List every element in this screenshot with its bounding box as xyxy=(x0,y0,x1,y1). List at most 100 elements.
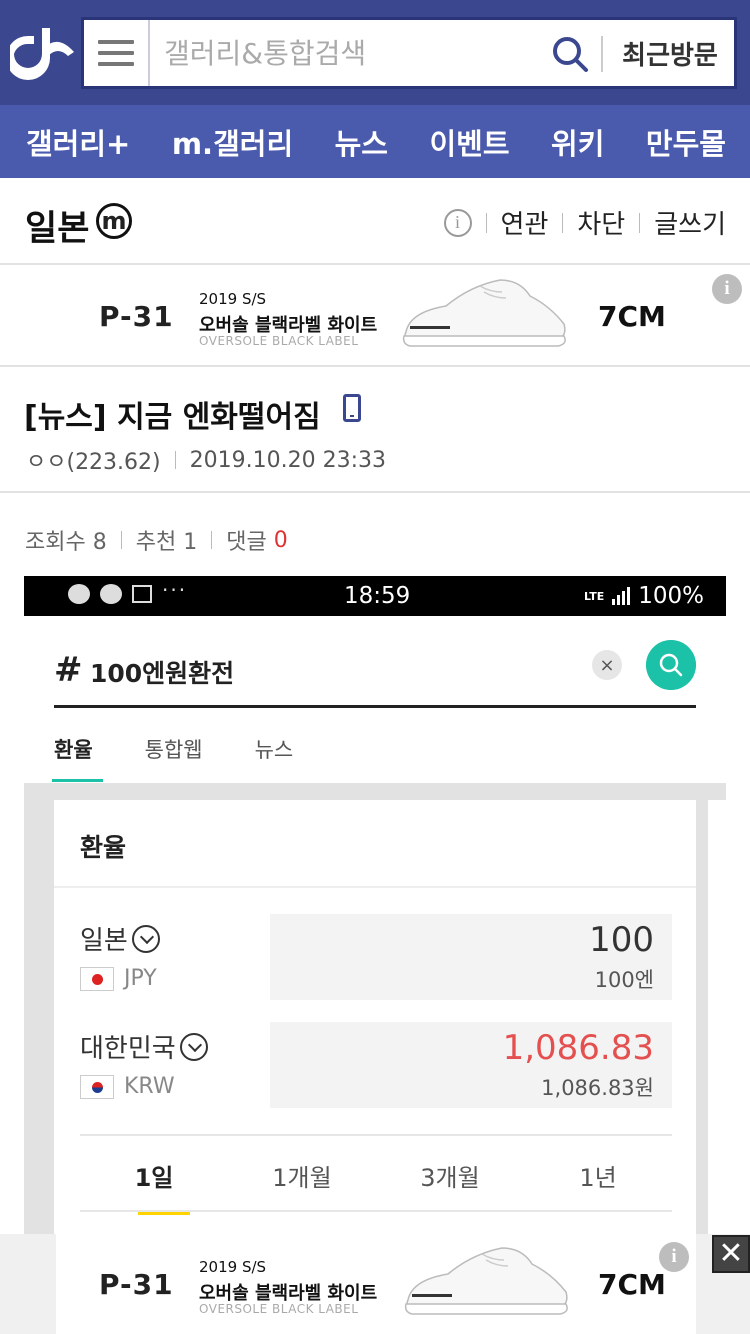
nav-gallery-plus[interactable]: 갤러리+ xyxy=(26,121,130,163)
search-input[interactable] xyxy=(164,32,544,74)
gallery-title[interactable]: 일본 xyxy=(25,200,89,251)
post-stats: 조회수 8 추천 1 댓글 0 xyxy=(25,524,288,556)
top-header: 최근방문 xyxy=(0,0,750,105)
mobile-post-icon xyxy=(343,394,361,422)
ad-product-sub: OVERSOLE BLACK LABEL xyxy=(199,334,359,348)
divider xyxy=(639,212,641,233)
ad-bottom-content[interactable]: P-31 2019 S/S 오버솔 블랙라벨 화이트 OVERSOLE BLAC… xyxy=(56,1234,696,1334)
nav-wiki[interactable]: 위키 xyxy=(551,121,604,163)
amount-sub: 1,086.83원 xyxy=(541,1076,654,1100)
gallery-actions: i 연관 차단 글쓰기 xyxy=(443,204,726,241)
status-time: 18:59 xyxy=(344,583,411,609)
range-1day: 1일 xyxy=(80,1154,228,1215)
search-icon[interactable] xyxy=(550,34,590,74)
divider xyxy=(54,886,696,888)
divider xyxy=(562,212,564,233)
ad-size: 7CM xyxy=(598,1268,666,1301)
close-icon[interactable]: ✕ xyxy=(712,1235,750,1273)
currency-row-krw: 대한민국 KRW 1,086.83 1,086.83원 xyxy=(80,1022,676,1108)
post-header: [뉴스] 지금 엔화떨어짐 ㅇㅇ(223.62) 2019.10.20 23:3… xyxy=(0,368,750,493)
hash-icon: # xyxy=(54,650,83,690)
exchange-card: 환율 일본 JPY 100 100엔 대한민국 KRW 1,086.83 1,0… xyxy=(54,800,696,1234)
post-date: 2019.10.20 23:33 xyxy=(189,447,386,473)
post-title: [뉴스] 지금 엔화떨어짐 xyxy=(24,400,321,435)
chevron-down-icon xyxy=(131,924,160,953)
divider xyxy=(80,1134,672,1136)
amount-box: 100 100엔 xyxy=(270,914,672,1000)
divider xyxy=(80,1210,672,1212)
nav-event[interactable]: 이벤트 xyxy=(430,121,510,163)
notification-icons: ··· xyxy=(68,578,187,604)
range-1year: 1년 xyxy=(579,1164,617,1192)
amount-box: 1,086.83 1,086.83원 xyxy=(270,1022,672,1108)
image-icon xyxy=(132,585,152,603)
tab-exchange: 환율 xyxy=(52,734,103,782)
nav-news[interactable]: 뉴스 xyxy=(335,121,388,163)
divider xyxy=(211,531,213,549)
currency-code-label: KRW xyxy=(124,1074,175,1099)
next-card-edge xyxy=(708,800,726,1234)
embedded-search-panel: # 100엔원환전 × 환율 통합웹 뉴스 xyxy=(24,616,726,783)
post-meta: ㅇㅇ(223.62) 2019.10.20 23:33 xyxy=(26,444,386,476)
lte-icon: LTE xyxy=(584,589,605,603)
comments-count[interactable]: 0 xyxy=(274,528,288,553)
ad-brand: P-31 xyxy=(99,1268,174,1301)
amount-value: 100 xyxy=(589,920,654,960)
embedded-search-icon xyxy=(646,640,696,690)
notification-icon xyxy=(68,584,90,604)
dc-logo-icon[interactable] xyxy=(10,24,76,80)
divider xyxy=(485,212,487,233)
exchange-card-title: 환율 xyxy=(80,833,127,862)
sneaker-image xyxy=(402,279,566,347)
info-icon[interactable]: i xyxy=(443,208,472,237)
embedded-tabs: 환율 통합웹 뉴스 xyxy=(52,734,294,782)
search-box: 최근방문 xyxy=(81,17,737,89)
ad-size: 7CM xyxy=(598,300,666,333)
nav-m-gallery[interactable]: m.갤러리 xyxy=(172,121,293,163)
currency-code: JPY xyxy=(80,966,157,991)
embedded-screenshot: ··· 18:59 LTE 100% # 100엔원환전 × 환율 통합웹 뉴스… xyxy=(24,576,726,1234)
menu-icon[interactable] xyxy=(84,20,150,86)
korea-flag-icon xyxy=(80,1074,114,1099)
currency-row-jpy: 일본 JPY 100 100엔 xyxy=(80,914,676,1000)
ad-info-icon[interactable]: i xyxy=(712,274,742,304)
ad-brand: P-31 xyxy=(99,300,174,333)
divider xyxy=(120,531,122,549)
ad-info-icon[interactable]: i xyxy=(659,1242,689,1272)
recent-visits-button[interactable]: 최근방문 xyxy=(611,32,729,74)
ad-banner-top[interactable]: P-31 2019 S/S 오버솔 블랙라벨 화이트 OVERSOLE BLAC… xyxy=(0,266,750,367)
amount-value: 1,086.83 xyxy=(502,1028,654,1068)
search-divider xyxy=(601,36,603,72)
currency-name: 일본 xyxy=(80,920,160,957)
currency-code: KRW xyxy=(80,1074,175,1099)
ad-banner-bottom[interactable]: P-31 2019 S/S 오버솔 블랙라벨 화이트 OVERSOLE BLAC… xyxy=(0,1234,750,1334)
post-author[interactable]: ㅇㅇ(223.62) xyxy=(26,444,161,476)
gallery-header: 일본 m i 연관 차단 글쓰기 xyxy=(0,178,750,265)
battery-level: 100% xyxy=(638,583,704,609)
comments-label[interactable]: 댓글 xyxy=(226,524,266,556)
japan-flag-icon xyxy=(80,966,114,991)
write-link[interactable]: 글쓰기 xyxy=(654,204,726,241)
recommend-count: 추천 1 xyxy=(135,530,198,555)
nav-mandumall[interactable]: 만두몰 xyxy=(646,121,726,163)
currency-code-label: JPY xyxy=(124,966,157,991)
tab-news: 뉴스 xyxy=(254,738,294,762)
divider xyxy=(174,451,176,469)
embedded-query: 100엔원환전 xyxy=(90,659,235,688)
views-count: 조회수 8 xyxy=(25,530,107,555)
currency-name-label: 대한민국 xyxy=(80,1034,176,1064)
signal-icon xyxy=(612,587,631,605)
block-link[interactable]: 차단 xyxy=(577,204,625,241)
ad-year: 2019 S/S xyxy=(199,290,267,308)
related-link[interactable]: 연관 xyxy=(501,204,549,241)
chevron-down-icon xyxy=(179,1032,208,1061)
currency-name: 대한민국 xyxy=(80,1028,208,1065)
currency-name-label: 일본 xyxy=(80,926,128,956)
phone-status-bar: ··· 18:59 LTE 100% xyxy=(24,576,726,616)
range-tabs: 1일 1개월 3개월 1년 xyxy=(80,1154,672,1215)
ad-product-sub: OVERSOLE BLACK LABEL xyxy=(199,1302,359,1316)
minor-gallery-badge: m xyxy=(96,203,132,239)
tab-web: 통합웹 xyxy=(144,738,203,762)
status-right: LTE 100% xyxy=(584,583,704,609)
embedded-query-row: # 100엔원환전 × xyxy=(54,640,696,708)
